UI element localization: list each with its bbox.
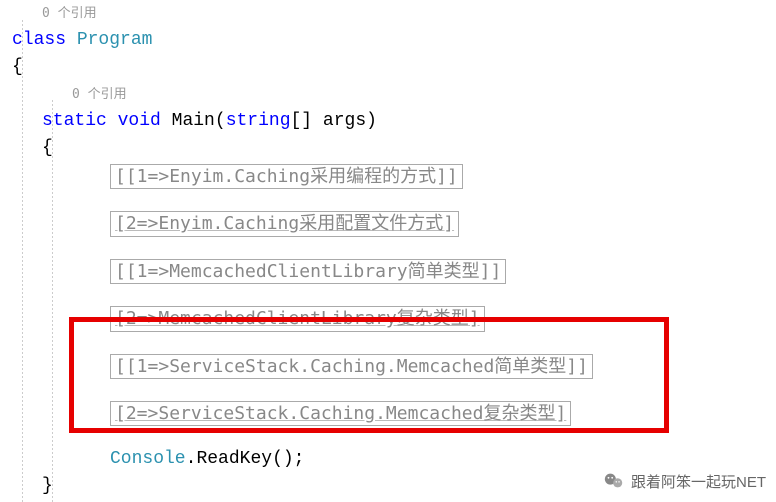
class-console: Console	[110, 446, 186, 473]
class-declaration: class Program	[12, 27, 776, 54]
codelens-method-references[interactable]: 0 个引用	[12, 81, 776, 108]
collapsed-region[interactable]: [2=>Enyim.Caching采用配置文件方式]	[110, 211, 459, 236]
method-name: Main	[172, 108, 215, 135]
collapsed-region[interactable]: [2=>ServiceStack.Caching.Memcached复杂类型]	[110, 401, 571, 426]
collapsed-region[interactable]: [[1=>ServiceStack.Caching.Memcached简单类型]…	[110, 354, 593, 379]
type-string: string	[226, 108, 291, 135]
keyword-void: void	[118, 108, 161, 135]
watermark: 跟着阿笨一起玩NET	[603, 470, 766, 492]
class-name: Program	[77, 27, 153, 54]
method-signature: static void Main(string[] args)	[12, 108, 776, 135]
method-brace-open: {	[12, 135, 776, 162]
collapsed-region[interactable]: [2=>MemcachedClientLibrary复杂类型]	[110, 306, 485, 331]
indent-guide	[52, 100, 53, 502]
indent-guide	[22, 20, 23, 502]
code-editor[interactable]: 0 个引用 class Program { 0 个引用 static void …	[0, 0, 776, 500]
codelens-class-references[interactable]: 0 个引用	[12, 0, 776, 27]
brace-open: {	[12, 54, 776, 81]
wechat-icon	[603, 470, 625, 492]
collapsed-region[interactable]: [[1=>Enyim.Caching采用编程的方式]]	[110, 164, 463, 189]
method-readkey: ReadKey	[196, 446, 272, 473]
keyword-class: class	[12, 27, 66, 54]
watermark-text: 跟着阿笨一起玩NET	[631, 471, 766, 492]
param-args: args	[312, 108, 366, 135]
collapsed-region[interactable]: [[1=>MemcachedClientLibrary简单类型]]	[110, 259, 506, 284]
